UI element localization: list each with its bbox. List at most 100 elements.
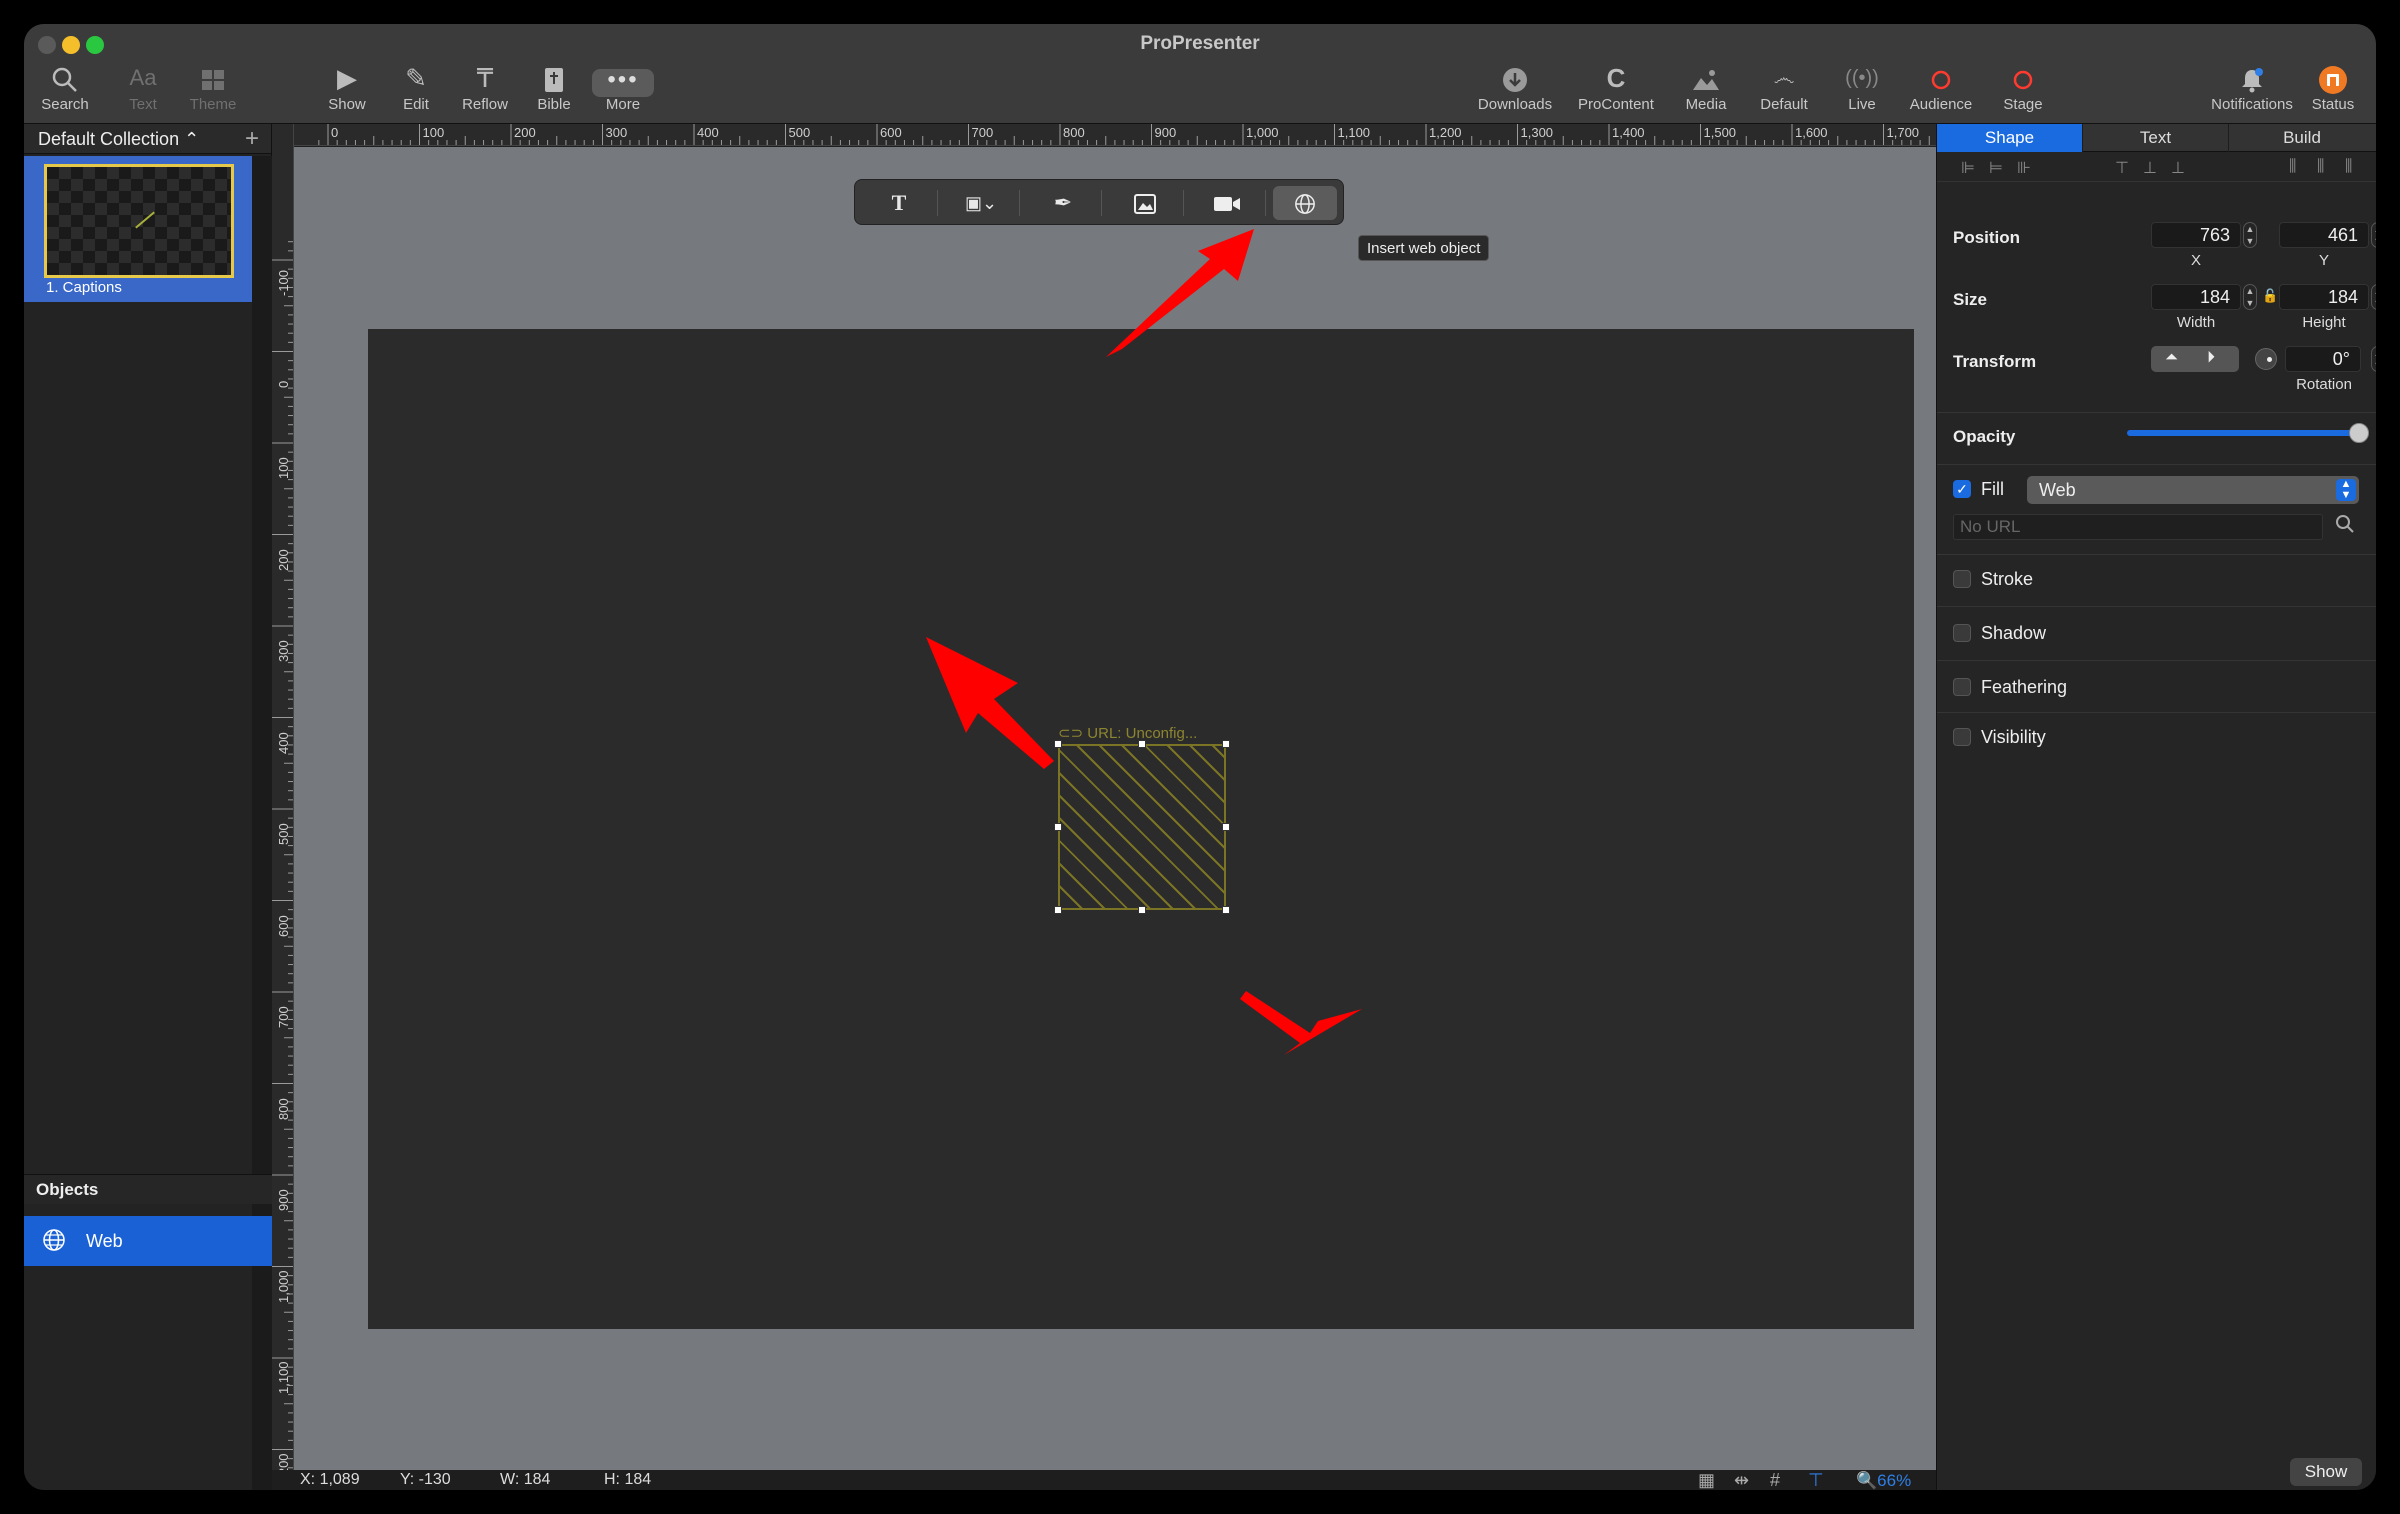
status-button[interactable]: Status [2288,60,2376,120]
visibility-checkbox[interactable] [1953,728,1971,746]
live-label: Live [1848,96,1876,113]
lock-icon[interactable]: 🔓 [2262,288,2278,304]
more-button[interactable]: ••• More [578,60,668,120]
divider [1937,660,2376,661]
downloads-button[interactable]: Downloads [1470,60,1560,120]
audience-icon [1896,60,1986,96]
search-icon[interactable] [2335,514,2355,539]
show-inspector-button[interactable]: Show [2290,1458,2362,1486]
height-field[interactable]: 184 [2279,284,2369,310]
position-x-stepper[interactable]: ▲ ▼ [2243,222,2257,248]
opacity-slider[interactable] [2127,430,2359,436]
ruler-label: 400 [697,125,719,140]
ruler-label: 500 [788,125,811,140]
feathering-checkbox[interactable] [1953,678,1971,696]
objects-header: Objects [24,1174,272,1204]
ruler-label: -100 [276,269,291,296]
status-icon [2288,60,2376,96]
align-right-icon[interactable]: ⊪ [2017,158,2031,178]
selection-height: H: 184 [604,1471,652,1488]
add-collection-button[interactable]: + [245,125,259,153]
vertical-ruler: -100 0 100 200 300 400 500 600 700 800 900 1,000 1,1… [272,124,294,1470]
status-bar: X: 1,089 Y: -130 W: 184 H: 184 ▦ ⇹ # ⊤ 🔍… [280,1470,1960,1490]
slide-thumbnail[interactable] [44,164,234,278]
flip-vertical-icon[interactable]: ⏶ [2165,349,2178,367]
width-label: Width [2176,314,2216,331]
tab-text[interactable]: Text [2083,124,2229,152]
distribute-h-icon[interactable]: ⫼ [2289,158,2296,176]
opacity-slider-knob[interactable] [2349,423,2369,443]
theme-button[interactable]: Theme [168,60,258,120]
align-bottom-icon[interactable]: ⊥ [2171,158,2185,178]
flip-horizontal-icon[interactable]: ⏵ [2207,349,2215,367]
editor-canvas[interactable]: T ▣⌄ ✒ Insert web object ⊂⊃ URL: Unconfi… [294,147,2226,1481]
ruler-label: 1,000 [276,1269,291,1303]
ruler-label: 1,000 [1246,125,1279,140]
fill-checkbox[interactable]: ✓ [1953,480,1971,498]
width-field[interactable]: 184 [2151,284,2241,310]
position-x-field[interactable]: 763 [2151,222,2241,248]
tab-build[interactable]: Build [2229,124,2375,152]
ruler-label: 200 [514,125,536,140]
position-y-label: Y [2318,252,2329,269]
stroke-checkbox[interactable] [1953,570,1971,588]
align-left-icon[interactable]: ⊫ [1961,158,1975,178]
shadow-checkbox[interactable] [1953,624,1971,642]
collection-selector[interactable]: Default Collection ⌃ [38,129,199,150]
position-x-label: X [2190,252,2201,269]
media-label: Media [1685,96,1727,113]
align-top-icon[interactable]: ⊤ [2115,158,2129,178]
rotation-knob[interactable] [2255,348,2277,370]
more-icon: ••• [578,60,668,97]
distribute-v-icon[interactable]: ⫼ [2317,158,2324,176]
flip-segmented-control: ⏶ ⏵ [2151,346,2239,372]
rotation-stepper[interactable]: ▲▼ [2371,346,2376,372]
web-url-input[interactable]: No URL [1953,514,2323,540]
stage-button[interactable]: Stage [1978,60,2068,120]
procontent-button[interactable]: C ProContent [1571,60,1661,120]
media-button[interactable]: Media [1661,60,1751,120]
fit-width-icon[interactable]: ⇹ [1734,1470,1749,1490]
width-stepper[interactable]: ▲ ▼ [2243,284,2257,310]
globe-icon [42,1228,66,1257]
ruler-label: 700 [971,125,994,140]
object-item-web[interactable]: Web [24,1216,272,1266]
stage-label: Stage [2003,96,2043,113]
inspector-tabs: Shape Text Build [1937,124,2376,152]
position-y-stepper[interactable]: ▲▼ [2371,222,2376,248]
cursor-y: Y: -130 [400,1471,451,1488]
objects-title: Objects [36,1180,99,1199]
position-y-field[interactable]: 461 [2279,222,2369,248]
align-center-icon[interactable]: ⊨ [1989,158,2003,178]
ruler-label: 1,700 [1886,125,1920,140]
position-label: Position [1953,228,2021,247]
feathering-label: Feathering [1981,677,2068,697]
ruler-label: 800 [1063,125,1085,140]
grid-icon[interactable]: # [1770,1470,1780,1490]
fill-type-select[interactable]: Web ▲ ▼ [2027,476,2359,504]
rotation-field[interactable]: 0° [2285,346,2361,372]
app-title: ProPresenter [1140,33,1260,54]
stage-icon [1978,60,2068,96]
media-icon [1661,60,1751,96]
audience-button[interactable]: Audience [1896,60,1986,120]
ruler-label: 1,400 [1612,125,1645,140]
height-stepper[interactable]: ▲▼ [2371,284,2376,310]
guides-icon[interactable]: ⊤ [1808,1470,1824,1490]
ruler-label: 1,500 [1703,125,1737,140]
divider [1937,554,2376,555]
live-button[interactable]: ((•)) Live [1817,60,1907,120]
checkerboard-icon[interactable]: ▦ [1698,1470,1715,1490]
zoom-level[interactable]: 🔍66% [1856,1471,1911,1490]
audience-label: Audience [1909,96,1973,113]
fill-type-value: Web [2039,480,2076,500]
theme-label: Theme [189,96,237,113]
default-button[interactable]: ෴ Default [1739,60,1829,120]
slide-list-scrollbar[interactable] [252,156,272,1490]
ruler-label: 0 [331,125,339,140]
ruler-label: 1,100 [276,1361,291,1394]
distribute-icon[interactable]: ⫼ [2345,158,2352,176]
ruler-label: 0 [276,380,291,388]
align-middle-icon[interactable]: ⊥ [2143,158,2157,178]
tab-shape[interactable]: Shape [1937,124,2083,152]
